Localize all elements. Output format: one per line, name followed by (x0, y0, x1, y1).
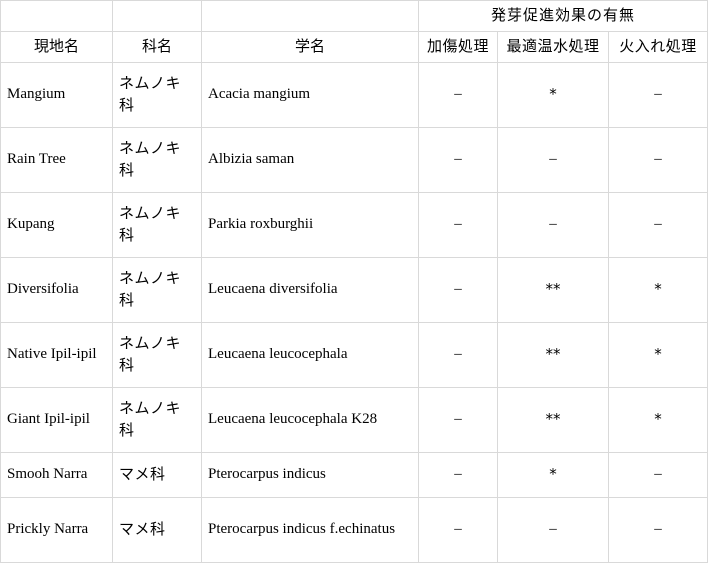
table-row: Rain Tree ネムノキ科 Albizia saman – – – (0, 126, 708, 193)
cell-local-name: Smooh Narra (0, 451, 113, 498)
header-blank-scientific (201, 0, 419, 32)
cell-fire: * (607, 321, 708, 388)
header-family-name: 科名 (112, 30, 202, 63)
cell-scientific-name: Parkia roxburghii (201, 191, 419, 258)
cell-scarification: – (418, 451, 498, 498)
cell-family-name: ネムノキ科 (112, 61, 202, 128)
cell-family-name: マメ科 (112, 451, 202, 498)
cell-scientific-name: Leucaena diversifolia (201, 256, 419, 323)
cell-fire: * (607, 386, 708, 453)
cell-scientific-name: Leucaena leucocephala (201, 321, 419, 388)
cell-family-name: ネムノキ科 (112, 321, 202, 388)
cell-scarification: – (418, 191, 498, 258)
table-row: Diversifolia ネムノキ科 Leucaena diversifolia… (0, 256, 708, 323)
cell-fire: – (607, 451, 708, 498)
cell-scientific-name: Acacia mangium (201, 61, 419, 128)
cell-hot-water: ** (497, 321, 609, 388)
table-header-group-row: 発芽促進効果の有無 (0, 0, 708, 32)
cell-local-name: Diversifolia (0, 256, 113, 323)
cell-scarification: – (418, 386, 498, 453)
table-row: Prickly Narra マメ科 Pterocarpus indicus f.… (0, 496, 708, 563)
cell-fire: – (607, 496, 708, 563)
header-blank-family (112, 0, 202, 32)
table-row: Native Ipil-ipil ネムノキ科 Leucaena leucocep… (0, 321, 708, 388)
cell-hot-water: – (497, 496, 609, 563)
cell-fire: * (607, 256, 708, 323)
cell-local-name: Native Ipil-ipil (0, 321, 113, 388)
cell-fire: – (607, 126, 708, 193)
species-germination-table: 発芽促進効果の有無 現地名 科名 学名 加傷処理 最適温水処理 火入れ処理 Ma… (0, 0, 708, 563)
cell-scarification: – (418, 61, 498, 128)
cell-hot-water: ** (497, 256, 609, 323)
cell-family-name: ネムノキ科 (112, 386, 202, 453)
header-blank-local (0, 0, 113, 32)
cell-scientific-name: Albizia saman (201, 126, 419, 193)
table-row: Mangium ネムノキ科 Acacia mangium – * – (0, 61, 708, 128)
cell-scarification: – (418, 496, 498, 563)
table-row: Smooh Narra マメ科 Pterocarpus indicus – * … (0, 451, 708, 498)
header-scientific-name: 学名 (201, 30, 419, 63)
table-row: Giant Ipil-ipil ネムノキ科 Leucaena leucoceph… (0, 386, 708, 453)
cell-family-name: ネムノキ科 (112, 191, 202, 258)
cell-scientific-name: Leucaena leucocephala K28 (201, 386, 419, 453)
cell-family-name: ネムノキ科 (112, 126, 202, 193)
cell-scarification: – (418, 256, 498, 323)
cell-fire: – (607, 191, 708, 258)
cell-local-name: Rain Tree (0, 126, 113, 193)
cell-local-name: Giant Ipil-ipil (0, 386, 113, 453)
table-row: Kupang ネムノキ科 Parkia roxburghii – – – (0, 191, 708, 258)
cell-scientific-name: Pterocarpus indicus (201, 451, 419, 498)
header-hot-water: 最適温水処理 (497, 30, 609, 63)
cell-hot-water: ** (497, 386, 609, 453)
header-scarification: 加傷処理 (418, 30, 498, 63)
cell-scarification: – (418, 321, 498, 388)
cell-local-name: Kupang (0, 191, 113, 258)
table-header-row: 現地名 科名 学名 加傷処理 最適温水処理 火入れ処理 (0, 30, 708, 63)
cell-local-name: Mangium (0, 61, 113, 128)
cell-scientific-name: Pterocarpus indicus f.echinatus (201, 496, 419, 563)
header-local-name: 現地名 (0, 30, 113, 63)
cell-local-name: Prickly Narra (0, 496, 113, 563)
cell-hot-water: * (497, 61, 609, 128)
header-germination-group: 発芽促進効果の有無 (417, 0, 708, 32)
cell-family-name: ネムノキ科 (112, 256, 202, 323)
header-fire: 火入れ処理 (607, 30, 708, 63)
cell-hot-water: – (497, 191, 609, 258)
cell-hot-water: – (497, 126, 609, 193)
cell-family-name: マメ科 (112, 496, 202, 563)
cell-hot-water: * (497, 451, 609, 498)
cell-fire: – (607, 61, 708, 128)
cell-scarification: – (418, 126, 498, 193)
